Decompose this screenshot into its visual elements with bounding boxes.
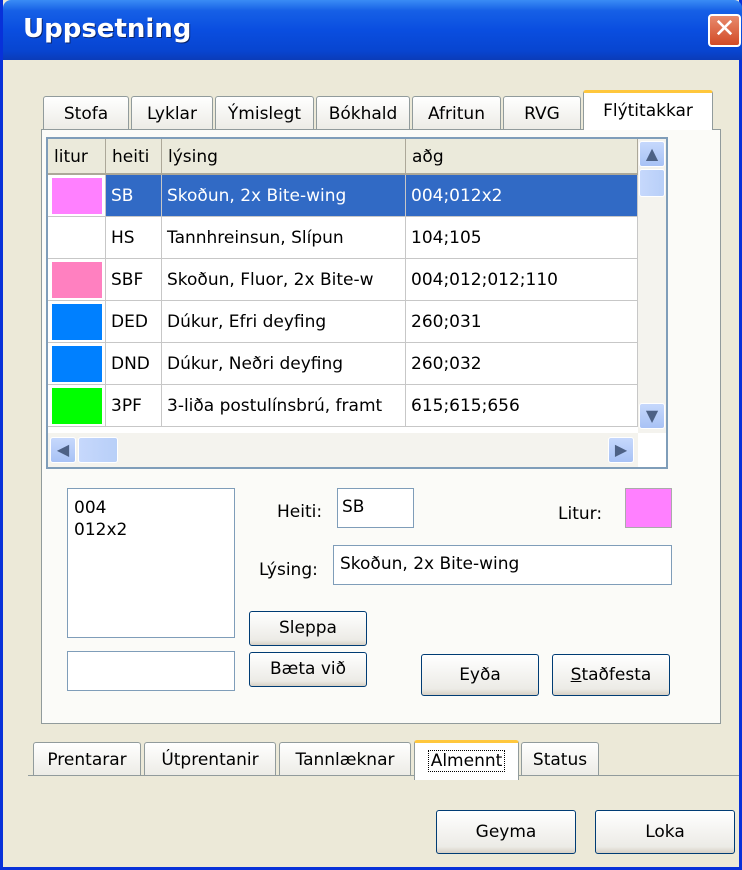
tab-prentarar[interactable]: Prentarar xyxy=(33,742,141,776)
litur-label: Litur: xyxy=(558,504,603,524)
row-color-cell[interactable] xyxy=(48,175,106,217)
row-lysing-cell[interactable]: Skoðun, 2x Bite-wing xyxy=(162,175,406,217)
tab-tannlaeknar[interactable]: Tannlæknar xyxy=(279,742,411,776)
tab-ymislegt[interactable]: Ýmislegt xyxy=(215,96,314,130)
row-adg-cell[interactable]: 260;031 xyxy=(406,301,638,343)
litur-color-picker[interactable] xyxy=(625,488,672,528)
scroll-right-icon[interactable]: ▶ xyxy=(608,437,634,463)
color-swatch xyxy=(52,388,102,424)
color-swatch xyxy=(52,346,102,382)
col-header-lysing[interactable]: lýsing xyxy=(162,139,406,175)
save-button[interactable]: Geyma xyxy=(436,810,576,854)
table-row[interactable]: SBF Skoðun, Fluor, 2x Bite-w 004;012;012;1… xyxy=(48,259,638,301)
vertical-scroll-thumb[interactable] xyxy=(639,169,665,197)
color-swatch xyxy=(52,304,102,340)
horizontal-scroll-thumb[interactable] xyxy=(78,437,118,463)
close-icon[interactable]: ✕ xyxy=(708,14,741,47)
add-button[interactable]: Bæta við xyxy=(249,652,367,687)
window-title: Uppsetning xyxy=(23,14,192,44)
shortcut-table[interactable]: litur heiti lýsing aðg SB Skoðun, 2x Bite… xyxy=(46,137,668,469)
horizontal-scrollbar[interactable]: ◀ ▶ xyxy=(48,433,638,467)
row-heiti-cell[interactable]: SB xyxy=(106,175,162,217)
row-heiti-cell[interactable]: DED xyxy=(106,301,162,343)
row-adg-cell[interactable]: 104;105 xyxy=(406,217,638,259)
tab-stofa[interactable]: Stofa xyxy=(43,96,129,130)
tab-flytitakkar[interactable]: Flýtitakkar xyxy=(583,90,713,130)
confirm-button[interactable]: Staðfesta xyxy=(552,654,670,696)
color-swatch xyxy=(52,262,102,298)
row-adg-cell[interactable]: 004;012;012;110 xyxy=(406,259,638,301)
table-row[interactable]: DED Dúkur, Efri deyfing 260;031 xyxy=(48,301,638,343)
scroll-down-icon[interactable]: ▼ xyxy=(639,403,665,429)
row-adg-cell[interactable]: 004;012x2 xyxy=(406,175,638,217)
scroll-up-icon[interactable]: ▲ xyxy=(639,141,665,167)
tab-utprentanir[interactable]: Útprentanir xyxy=(144,742,276,776)
color-swatch xyxy=(52,178,102,214)
table-row[interactable]: HS Tannhreinsun, Slípun 104;105 xyxy=(48,217,638,259)
col-header-adg[interactable]: aðg xyxy=(406,139,638,175)
heiti-label: Heiti: xyxy=(277,502,323,522)
row-lysing-cell[interactable]: Tannhreinsun, Slípun xyxy=(162,217,406,259)
scroll-left-icon[interactable]: ◀ xyxy=(50,437,76,463)
row-adg-cell[interactable]: 260;032 xyxy=(406,343,638,385)
table-row[interactable]: DND Dúkur, Neðri deyfing 260;032 xyxy=(48,343,638,385)
row-color-cell[interactable] xyxy=(48,301,106,343)
tab-bokhald[interactable]: Bókhald xyxy=(316,96,410,130)
table-row[interactable]: SB Skoðun, 2x Bite-wing 004;012x2 xyxy=(48,175,638,217)
row-lysing-cell[interactable]: Dúkur, Neðri deyfing xyxy=(162,343,406,385)
add-code-input[interactable] xyxy=(67,651,235,691)
row-heiti-cell[interactable]: SBF xyxy=(106,259,162,301)
vertical-scrollbar[interactable]: ▲ ▼ xyxy=(638,139,666,433)
dialog-window: Uppsetning ✕ Stofa Lyklar Ýmislegt Bókha… xyxy=(0,0,742,870)
row-color-cell[interactable] xyxy=(48,343,106,385)
row-color-cell[interactable] xyxy=(48,385,106,427)
list-item[interactable]: 012x2 xyxy=(74,519,234,541)
tab-status[interactable]: Status xyxy=(521,742,599,776)
tab-strip-divider xyxy=(28,775,739,776)
row-lysing-cell[interactable]: Dúkur, Efri deyfing xyxy=(162,301,406,343)
row-color-cell[interactable] xyxy=(48,217,106,259)
row-adg-cell[interactable]: 615;615;656 xyxy=(406,385,638,427)
sleppa-button[interactable]: Sleppa xyxy=(249,611,367,646)
tab-lyklar[interactable]: Lyklar xyxy=(131,96,213,130)
lysing-label: Lýsing: xyxy=(259,560,318,580)
col-header-litur[interactable]: litur xyxy=(48,139,106,175)
delete-button[interactable]: Eyða xyxy=(421,654,539,696)
row-heiti-cell[interactable]: 3PF xyxy=(106,385,162,427)
row-heiti-cell[interactable]: HS xyxy=(106,217,162,259)
tab-afritun[interactable]: Afritun xyxy=(412,96,501,130)
row-lysing-cell[interactable]: 3-liða postulínsbrú, framt xyxy=(162,385,406,427)
row-lysing-cell[interactable]: Skoðun, Fluor, 2x Bite-w xyxy=(162,259,406,301)
title-bar[interactable]: Uppsetning ✕ xyxy=(3,0,742,60)
col-header-heiti[interactable]: heiti xyxy=(106,139,162,175)
lysing-field[interactable]: Skoðun, 2x Bite-wing xyxy=(333,545,672,585)
row-heiti-cell[interactable]: DND xyxy=(106,343,162,385)
row-color-cell[interactable] xyxy=(48,259,106,301)
tab-rvg[interactable]: RVG xyxy=(503,96,581,130)
tab-almennt[interactable]: Almennt xyxy=(414,740,519,780)
codes-list[interactable]: 004 012x2 xyxy=(67,488,235,638)
close-button[interactable]: Loka xyxy=(595,810,735,854)
table-row[interactable]: 3PF 3-liða postulínsbrú, framt 615;615;656 xyxy=(48,385,638,427)
heiti-field[interactable]: SB xyxy=(337,488,414,528)
list-item[interactable]: 004 xyxy=(74,497,234,519)
